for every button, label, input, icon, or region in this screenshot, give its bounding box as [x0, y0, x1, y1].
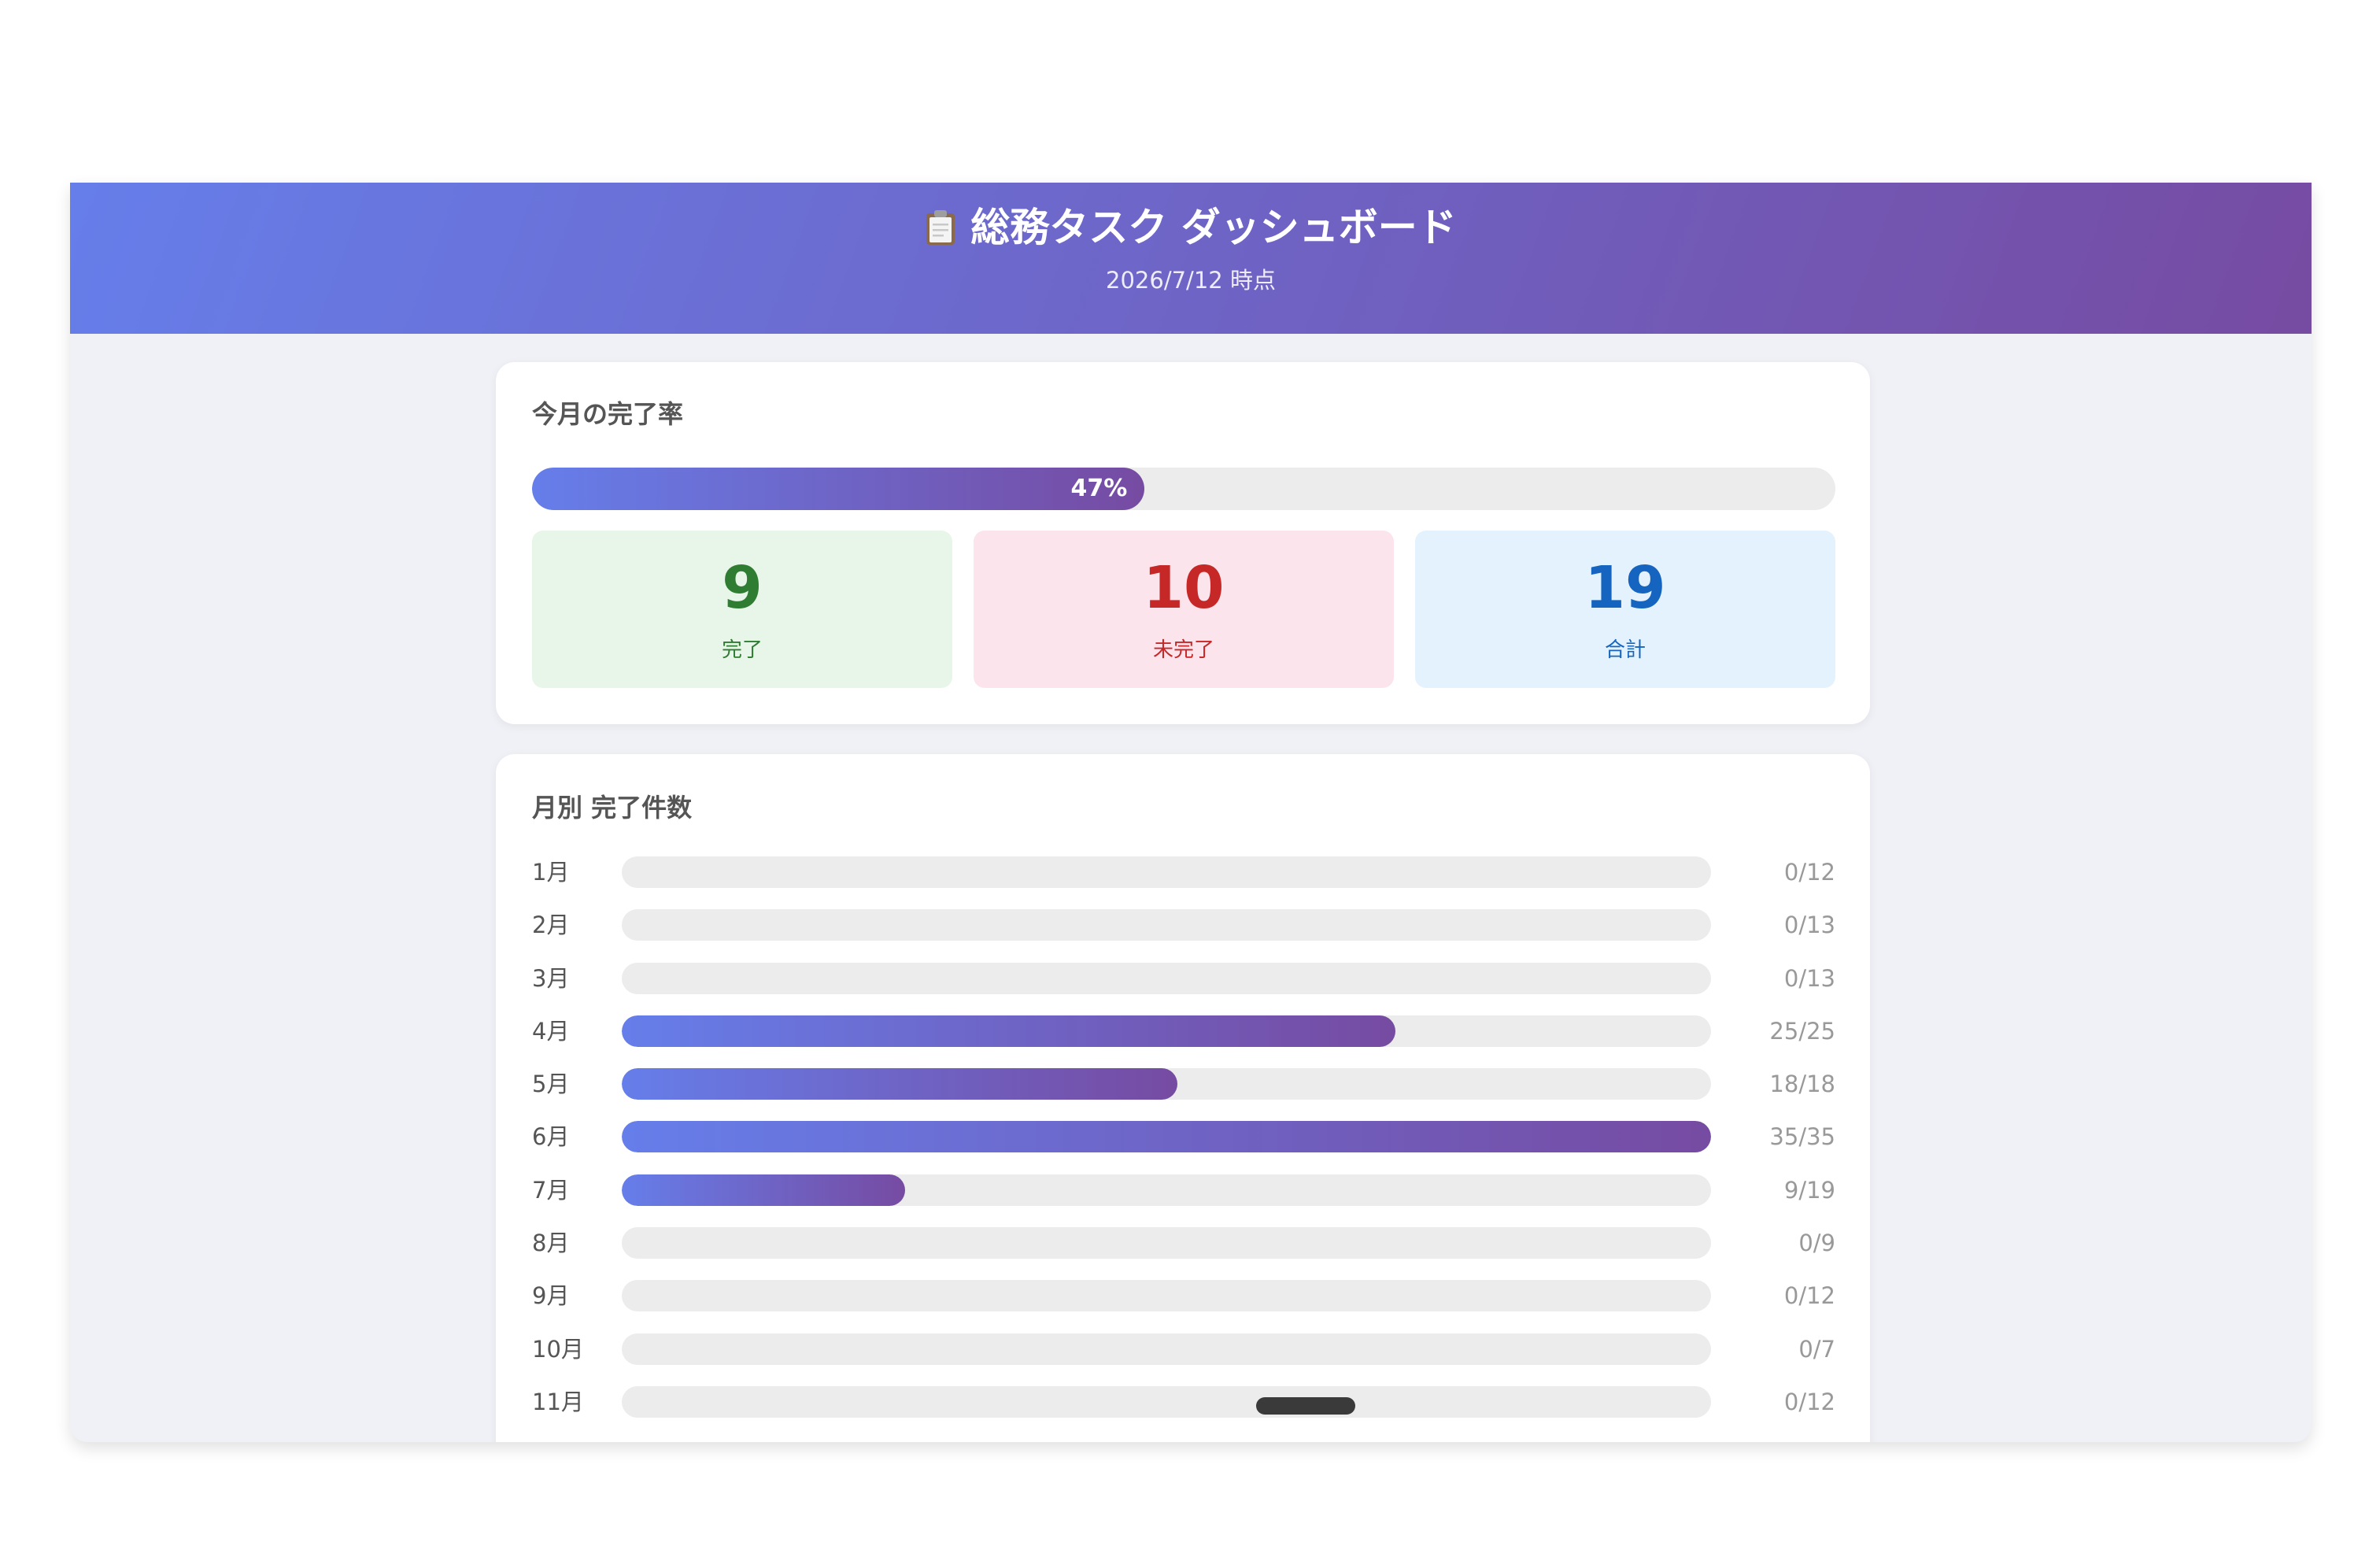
month-count: 0/12 — [1783, 1389, 1835, 1415]
month-count: 9/19 — [1783, 1177, 1835, 1204]
month-count: 0/12 — [1783, 859, 1835, 886]
month-bar — [622, 1015, 1711, 1047]
month-bar — [622, 1174, 1711, 1206]
completion-rate-card: 今月の完了率 47% 9 完了 10 未完了 19 合計 — [496, 362, 1870, 724]
month-count: 0/9 — [1798, 1230, 1835, 1256]
month-row: 7月 9/19 — [532, 1174, 1835, 1206]
month-label: 7月 — [532, 1177, 570, 1204]
month-row: 11月 0/12 — [532, 1386, 1835, 1418]
month-row: 10月 0/7 — [532, 1333, 1835, 1365]
month-bar — [622, 1068, 1711, 1100]
month-bar — [622, 909, 1711, 941]
month-row: 4月 25/25 — [532, 1015, 1835, 1047]
month-row: 8月 0/9 — [532, 1227, 1835, 1259]
month-row: 1月 0/12 — [532, 856, 1835, 888]
clipboard-icon — [925, 205, 956, 245]
stat-total-label: 合計 — [1604, 638, 1646, 662]
page-title: 総務タスク ダッシュボード — [70, 200, 2312, 255]
month-bar-fill — [622, 1015, 1395, 1047]
month-label: 10月 — [532, 1336, 584, 1363]
month-count: 35/35 — [1769, 1123, 1835, 1150]
month-row: 2月 0/13 — [532, 909, 1835, 941]
month-label: 4月 — [532, 1018, 570, 1045]
stat-done: 9 完了 — [532, 531, 952, 688]
month-label: 3月 — [532, 965, 570, 992]
month-count: 0/13 — [1783, 965, 1835, 992]
page-title-text: 総務タスク ダッシュボード — [970, 205, 1457, 250]
month-bar — [622, 963, 1711, 994]
stat-done-value: 9 — [722, 554, 763, 622]
month-label: 9月 — [532, 1282, 570, 1309]
month-bar — [622, 1280, 1711, 1311]
month-count: 25/25 — [1769, 1018, 1835, 1045]
scroll-handle[interactable] — [1256, 1397, 1355, 1415]
month-count: 18/18 — [1769, 1071, 1835, 1097]
completion-progress-bar: 47% — [532, 468, 1835, 510]
stat-total: 19 合計 — [1415, 531, 1835, 688]
browser-viewport: 総務タスク ダッシュボード 2026/7/12 時点 今月の完了率 47% 9 … — [70, 183, 2312, 1442]
stat-undone-value: 10 — [1143, 554, 1225, 622]
completion-rate-title: 今月の完了率 — [532, 399, 684, 429]
month-label: 11月 — [532, 1389, 584, 1415]
month-row: 3月 0/13 — [532, 963, 1835, 994]
dashboard-header: 総務タスク ダッシュボード 2026/7/12 時点 — [70, 183, 2312, 334]
completion-progress-fill: 47% — [532, 468, 1145, 510]
month-label: 2月 — [532, 912, 570, 938]
stat-total-value: 19 — [1584, 554, 1666, 622]
month-bar — [622, 1121, 1711, 1152]
month-bar-fill — [622, 1121, 1711, 1152]
month-row: 9月 0/12 — [532, 1280, 1835, 1311]
month-bar-fill — [622, 1068, 1177, 1100]
month-bar-fill — [622, 1174, 905, 1206]
month-row: 5月 18/18 — [532, 1068, 1835, 1100]
month-bar — [622, 1333, 1711, 1365]
month-count: 0/7 — [1798, 1336, 1835, 1363]
completion-percent-label: 47% — [1070, 475, 1128, 502]
month-row: 6月 35/35 — [532, 1121, 1835, 1152]
month-bar — [622, 856, 1711, 888]
as-of-date: 2026/7/12 時点 — [1106, 267, 1276, 294]
stat-undone: 10 未完了 — [974, 531, 1394, 688]
stat-done-label: 完了 — [721, 638, 763, 662]
month-bar — [622, 1227, 1711, 1259]
month-bar — [622, 1386, 1711, 1418]
month-label: 5月 — [532, 1071, 570, 1097]
month-count: 0/12 — [1783, 1282, 1835, 1309]
month-label: 8月 — [532, 1230, 570, 1256]
monthly-completion-card: 月別 完了件数 1月 0/12 2月 0/13 3月 0/13 4月 25/25… — [496, 754, 1870, 1442]
month-label: 6月 — [532, 1123, 570, 1150]
monthly-title: 月別 完了件数 — [532, 793, 693, 823]
month-label: 1月 — [532, 859, 570, 886]
stat-undone-label: 未完了 — [1152, 638, 1214, 662]
month-count: 0/13 — [1783, 912, 1835, 938]
